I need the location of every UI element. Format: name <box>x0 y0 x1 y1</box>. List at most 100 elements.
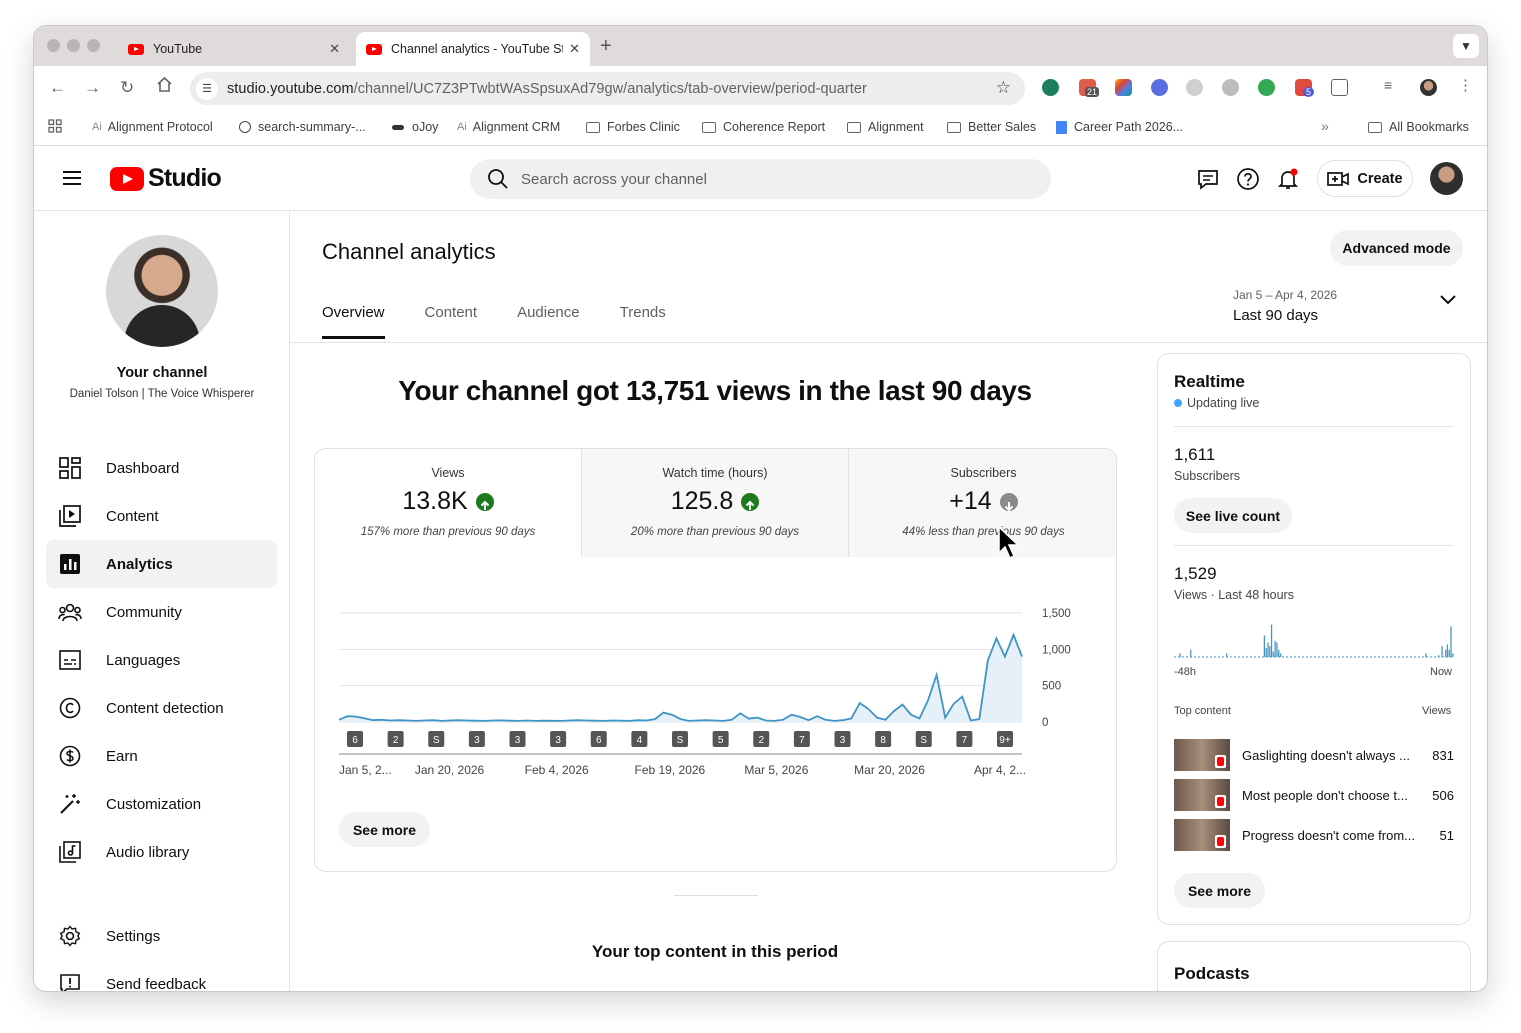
create-button[interactable]: Create <box>1317 160 1413 197</box>
grammarly-extension-icon[interactable] <box>1042 79 1059 96</box>
bookmark-all-bookmarks[interactable]: All Bookmarks <box>1368 120 1469 134</box>
new-tab-button[interactable]: + <box>600 35 612 58</box>
extensions-puzzle-icon[interactable] <box>1331 79 1348 96</box>
realtime-bar-chart[interactable] <box>1174 618 1454 658</box>
sidebar-item-send-feedback[interactable]: Send feedback <box>46 960 277 991</box>
tab-content[interactable]: Content <box>425 304 478 339</box>
bookmarks-bar: Ai Alignment Protocol search-summary-... … <box>34 111 1487 146</box>
search-input[interactable]: Search across your channel <box>470 159 1051 199</box>
bookmark-label: Coherence Report <box>723 120 826 134</box>
tab-channel-analytics[interactable]: Channel analytics - YouTube Studio ✕ <box>356 32 590 66</box>
sidebar-item-label: Dashboard <box>106 459 180 477</box>
profile-avatar-icon[interactable] <box>1420 79 1437 96</box>
sidebar-item-analytics[interactable]: Analytics <box>46 540 277 588</box>
tab-search-chevron-icon[interactable]: ▼ <box>1453 34 1479 58</box>
sidebar-item-community[interactable]: Community <box>46 588 277 636</box>
divider <box>290 342 1487 343</box>
folder-icon <box>947 121 961 133</box>
zoom-extension-icon[interactable] <box>1151 79 1168 96</box>
notifications-bell-icon[interactable] <box>1276 167 1300 191</box>
window-close-button[interactable] <box>47 39 60 52</box>
sidebar-item-label: Audio library <box>106 843 190 861</box>
bookmark-label: Career Path 2026... <box>1074 120 1184 134</box>
account-avatar[interactable] <box>1430 162 1463 195</box>
tab-close-button[interactable]: ✕ <box>569 41 580 57</box>
help-icon[interactable] <box>1236 167 1260 191</box>
top-content-item[interactable]: Gaslighting doesn't always ... 831 <box>1174 739 1454 771</box>
tab-overview[interactable]: Overview <box>322 304 385 339</box>
bookmark-alignment[interactable]: Alignment <box>847 120 924 134</box>
bookmark-label: Alignment <box>868 120 924 134</box>
metric-views[interactable]: Views 13.8K 157% more than previous 90 d… <box>315 449 582 557</box>
apps-grid-icon[interactable] <box>48 119 62 133</box>
forward-arrow-icon[interactable]: → <box>84 78 101 98</box>
realtime-bar <box>1446 644 1449 657</box>
globe-icon <box>239 121 251 133</box>
back-arrow-icon[interactable]: ← <box>49 78 66 98</box>
calendar-extension-icon[interactable]: 21 <box>1079 79 1100 97</box>
views-line-chart[interactable]: 1,500 1,000 500 0 6 2 S 3 3 3 6 4 S 5 2 7 3 8 S 7 9+ Jan 5, 2… <box>315 557 1117 787</box>
comments-icon[interactable] <box>1196 167 1220 191</box>
sidebar-item-audio-library[interactable]: Audio library <box>46 828 277 876</box>
sidebar-item-dashboard[interactable]: Dashboard <box>46 444 277 492</box>
bookmark-coherence-report[interactable]: Coherence Report <box>702 120 825 134</box>
bookmarks-overflow-icon[interactable]: » <box>1321 118 1329 134</box>
chevron-down-icon[interactable] <box>1440 295 1456 305</box>
browser-menu-icon[interactable]: ⋮ <box>1458 76 1475 94</box>
studio-logo[interactable]: Studio <box>110 164 222 193</box>
see-more-button[interactable]: See more <box>339 812 430 847</box>
period-selector[interactable]: Jan 5 – Apr 4, 2026 Last 90 days <box>1233 288 1337 324</box>
metric-watch-time[interactable]: Watch time (hours) 125.8 20% more than p… <box>582 449 849 557</box>
sidebar-item-languages[interactable]: Languages <box>46 636 277 684</box>
sidebar-item-settings[interactable]: Settings <box>46 912 277 960</box>
bookmark-ojoy[interactable]: oJoy <box>392 120 438 134</box>
bookmark-forbes-clinic[interactable]: Forbes Clinic <box>586 120 680 134</box>
metric-subscribers[interactable]: Subscribers +14 44% less than previous 9… <box>849 449 1116 557</box>
tab-audience[interactable]: Audience <box>517 304 580 339</box>
bookmark-label: Forbes Clinic <box>607 120 680 134</box>
address-bar[interactable]: ☰ studio.youtube.com/channel/UC7Z3PTwbtW… <box>190 72 1025 105</box>
sidebar-item-customization[interactable]: Customization <box>46 780 277 828</box>
tab-youtube[interactable]: YouTube ✕ <box>118 32 350 66</box>
check-extension-icon[interactable] <box>1258 79 1275 96</box>
meter-extension-icon[interactable] <box>1186 79 1203 96</box>
shield-extension-icon[interactable] <box>1222 79 1239 96</box>
bookmark-career-path[interactable]: Career Path 2026... <box>1056 120 1183 134</box>
see-live-count-button[interactable]: See live count <box>1174 498 1292 533</box>
sidebar-item-content-detection[interactable]: Content detection <box>46 684 277 732</box>
bookmark-alignment-crm[interactable]: Ai Alignment CRM <box>457 120 560 134</box>
bookmark-star-icon[interactable]: ☆ <box>996 78 1011 98</box>
channel-title: Your channel <box>116 365 208 381</box>
palette-extension-icon[interactable] <box>1115 79 1132 96</box>
top-content-item[interactable]: Progress doesn't come from... 51 <box>1174 819 1454 851</box>
menu-hamburger-icon[interactable] <box>63 171 81 185</box>
advanced-mode-button[interactable]: Advanced mode <box>1330 230 1463 266</box>
home-icon[interactable] <box>156 76 173 98</box>
bookmark-better-sales[interactable]: Better Sales <box>947 120 1036 134</box>
tab-trends[interactable]: Trends <box>620 304 666 339</box>
realtime-bar <box>1445 649 1447 657</box>
tab-close-button[interactable]: ✕ <box>329 41 340 57</box>
bookmark-alignment-protocol[interactable]: Ai Alignment Protocol <box>92 120 213 134</box>
ai-logo-icon: Ai <box>92 121 102 133</box>
window-minimize-button[interactable] <box>67 39 80 52</box>
axis-start-label: -48h <box>1174 666 1197 678</box>
bookmark-search-summary[interactable]: search-summary-... <box>239 120 366 134</box>
y-tick-label: 1,000 <box>1042 644 1071 656</box>
top-content-item[interactable]: Most people don't choose t... 506 <box>1174 779 1454 811</box>
magic-wand-icon <box>58 792 82 816</box>
reading-list-icon[interactable]: ≡ <box>1384 77 1401 94</box>
sidebar-item-content[interactable]: Content <box>46 492 277 540</box>
todo-extension-icon[interactable]: 5 <box>1295 79 1315 97</box>
see-more-button[interactable]: See more <box>1174 873 1265 908</box>
sidebar-item-earn[interactable]: Earn <box>46 732 277 780</box>
bookmark-label: search-summary-... <box>258 120 366 134</box>
channel-avatar[interactable] <box>106 235 218 347</box>
window-zoom-button[interactable] <box>87 39 100 52</box>
site-settings-icon[interactable]: ☰ <box>196 77 218 100</box>
analytics-main: Channel analytics Advanced mode Overview… <box>290 211 1487 991</box>
realtime-bar <box>1269 646 1271 657</box>
realtime-bar <box>1452 653 1454 657</box>
folder-icon <box>1368 121 1382 133</box>
reload-icon[interactable]: ↻ <box>120 78 134 98</box>
